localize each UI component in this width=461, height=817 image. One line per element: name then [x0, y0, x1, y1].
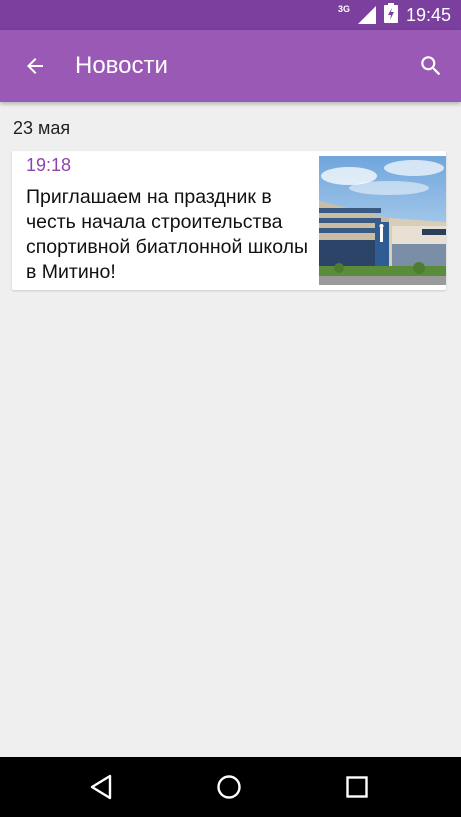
square-recents-icon: [346, 776, 368, 798]
navigation-bar: [0, 757, 461, 817]
nav-back-button[interactable]: [61, 757, 141, 817]
triangle-back-icon: [90, 774, 112, 800]
page-title: Новости: [75, 52, 168, 79]
news-card[interactable]: 19:18 Приглашаем на праздник в честь нач…: [12, 151, 446, 290]
search-icon: [421, 56, 441, 76]
arrow-left-icon: [27, 58, 43, 74]
battery-icon: [383, 3, 398, 27]
building-photo: [319, 156, 446, 285]
search-button[interactable]: [415, 50, 447, 82]
news-time: 19:18: [26, 155, 72, 175]
status-time: 19:45: [405, 4, 451, 25]
app-bar: Новости: [0, 30, 461, 102]
network-type: 3G: [337, 4, 350, 14]
nav-home-button[interactable]: [189, 757, 269, 817]
nav-recents-button[interactable]: [317, 757, 397, 817]
date-header: 23 мая: [13, 118, 71, 138]
signal-icon: [357, 6, 376, 24]
circle-home-icon: [217, 775, 241, 799]
back-button[interactable]: [0, 30, 70, 102]
status-bar: 3G 19:45: [0, 0, 461, 30]
news-headline: Приглашаем на праздник в честь начала ст…: [26, 186, 308, 283]
